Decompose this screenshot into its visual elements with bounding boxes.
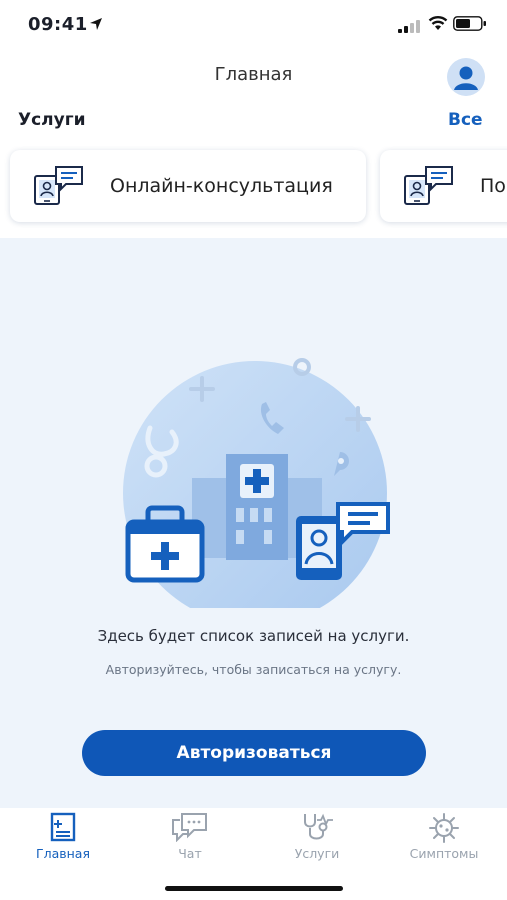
home-indicator bbox=[165, 886, 343, 891]
avatar[interactable] bbox=[447, 58, 485, 96]
authorize-button[interactable]: Авторизоваться bbox=[82, 730, 426, 776]
chat-doctor-icon bbox=[402, 164, 458, 212]
services-all-link[interactable]: Все bbox=[448, 110, 483, 130]
page-title: Главная bbox=[214, 64, 293, 85]
chat-doctor-icon bbox=[32, 164, 88, 212]
tab-label: Чат bbox=[178, 846, 202, 861]
tab-label: Услуги bbox=[294, 846, 340, 861]
tab-chat[interactable]: Чат bbox=[127, 808, 253, 868]
tab-services[interactable]: Услуги bbox=[254, 808, 380, 868]
service-card-partial[interactable]: По bbox=[380, 150, 507, 222]
appointments-empty-state: Здесь будет список записей на услуги. Ав… bbox=[0, 238, 507, 808]
status-bar: 09:41 bbox=[0, 0, 507, 52]
location-arrow-icon bbox=[89, 16, 103, 35]
tab-label: Главная bbox=[36, 846, 90, 861]
services-carousel[interactable]: Онлайн-консультация По bbox=[0, 146, 507, 228]
stethoscope-icon bbox=[304, 813, 333, 840]
service-card-online-consultation[interactable]: Онлайн-консультация bbox=[10, 150, 366, 222]
chat-bubble-icon bbox=[172, 813, 207, 842]
services-header: Услуги Все bbox=[0, 108, 507, 136]
services-title: Услуги bbox=[18, 110, 86, 130]
navigation-bar: Главная bbox=[0, 52, 507, 102]
service-card-label: По bbox=[480, 175, 506, 197]
status-time: 09:41 bbox=[28, 14, 88, 35]
wifi-icon bbox=[428, 15, 448, 35]
empty-state-subtitle: Авторизуйтесь, чтобы записаться на услуг… bbox=[105, 662, 402, 677]
virus-icon bbox=[429, 813, 459, 843]
user-avatar-icon bbox=[447, 58, 485, 96]
hospital-illustration bbox=[90, 348, 410, 625]
tab-label: Симптомы bbox=[409, 846, 479, 861]
tab-symptoms[interactable]: Симптомы bbox=[381, 808, 507, 868]
service-card-label: Онлайн-консультация bbox=[110, 175, 333, 197]
empty-state-title: Здесь будет список записей на услуги. bbox=[97, 627, 410, 645]
battery-icon bbox=[453, 16, 487, 35]
tab-home[interactable]: Главная bbox=[0, 808, 126, 868]
cellular-signal-icon bbox=[398, 18, 420, 37]
home-document-icon bbox=[50, 812, 76, 842]
